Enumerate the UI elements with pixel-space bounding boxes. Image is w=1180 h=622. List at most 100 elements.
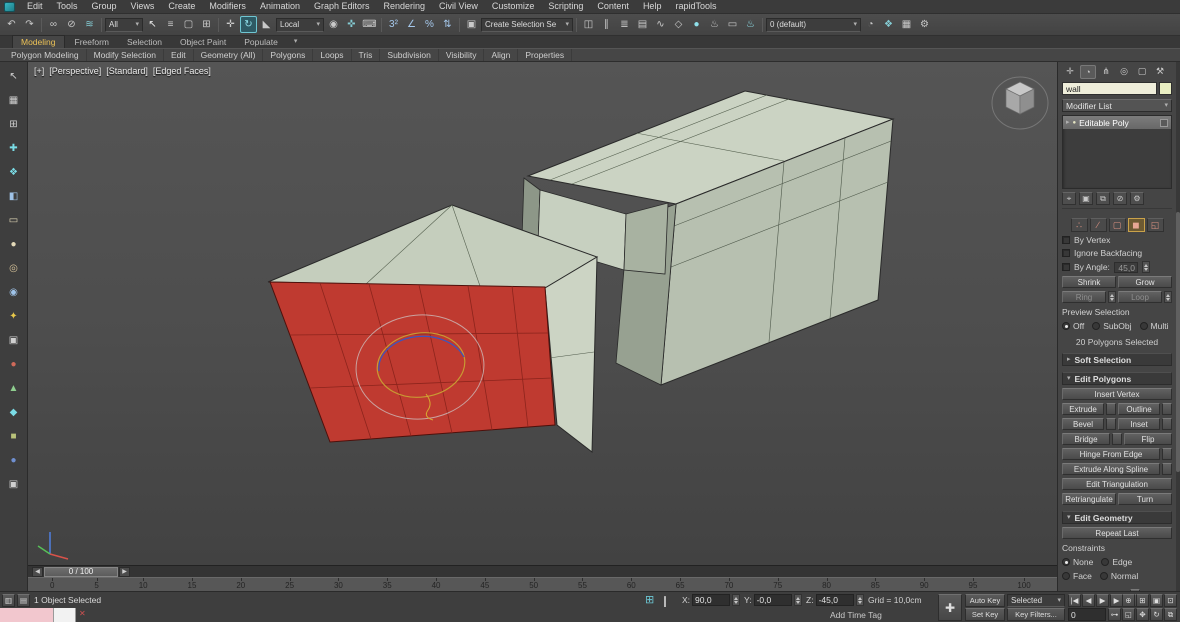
inset-settings-icon[interactable]: [1162, 418, 1172, 430]
viewport-label[interactable]: [Edged Faces]: [153, 66, 211, 76]
maximize-viewport-icon[interactable]: ⧉: [1164, 608, 1177, 621]
maxscript-mini-listener[interactable]: [54, 608, 76, 622]
viewport-label[interactable]: [Perspective]: [49, 66, 101, 76]
ribbon-section-button[interactable]: Modify Selection: [87, 49, 164, 61]
ribbon-section-button[interactable]: Subdivision: [380, 49, 438, 61]
checkbox-box[interactable]: [1062, 249, 1070, 257]
angle-snap-icon[interactable]: ∠: [403, 16, 420, 33]
flip-button[interactable]: Flip: [1124, 433, 1172, 445]
named-selection-sets-select[interactable]: Create Selection Se▾: [481, 18, 573, 32]
viewport-label[interactable]: [+]: [34, 66, 44, 76]
extrude-button[interactable]: Extrude: [1062, 403, 1104, 415]
disc-tool-icon[interactable]: ◎: [5, 260, 22, 276]
box-tool-icon[interactable]: ▣: [5, 332, 22, 348]
remove-modifier-icon[interactable]: ⊘: [1113, 192, 1127, 205]
configure-modifier-sets-icon[interactable]: ⚙: [1130, 192, 1144, 205]
preview-multi-radio[interactable]: [1140, 322, 1148, 330]
ribbon-tab[interactable]: Modeling: [12, 35, 65, 48]
auto-key-button[interactable]: Auto Key: [965, 594, 1005, 607]
edit-polygons-rollout[interactable]: ▾ Edit Polygons: [1062, 372, 1172, 385]
selection-filter-select[interactable]: All▾: [105, 18, 143, 32]
menu-item[interactable]: Rendering: [377, 0, 433, 13]
display-filter-icon[interactable]: ❖: [880, 16, 897, 33]
menu-item[interactable]: Content: [590, 0, 636, 13]
preview-subobj-radio[interactable]: [1092, 322, 1100, 330]
curve-editor-icon[interactable]: ∿: [652, 16, 669, 33]
edit-geometry-rollout[interactable]: ▾ Edit Geometry: [1062, 511, 1172, 524]
sphere-tool-icon[interactable]: ●: [5, 236, 22, 252]
ribbon-section-button[interactable]: Properties: [518, 49, 572, 61]
status-log-icon[interactable]: ▤: [17, 594, 30, 607]
ring-button[interactable]: Ring: [1062, 291, 1106, 303]
rectangular-selection-region-icon[interactable]: ▢: [180, 16, 197, 33]
transform-gizmo-toggle-icon[interactable]: ⊞: [645, 595, 654, 606]
orbit-icon[interactable]: ↻: [1150, 608, 1163, 621]
pan-icon[interactable]: ✥: [1136, 608, 1149, 621]
ribbon-tab[interactable]: Freeform: [67, 36, 117, 48]
z-value-field[interactable]: -45,0: [816, 594, 854, 606]
panel-tool-icon[interactable]: ▣: [5, 476, 22, 492]
ribbon-section-button[interactable]: Tris: [352, 49, 381, 61]
by-angle-checkbox[interactable]: [1062, 263, 1070, 271]
edge-subobject-icon[interactable]: ∕: [1090, 218, 1107, 232]
checkbox-box[interactable]: [1062, 236, 1070, 244]
show-end-result-icon[interactable]: ▣: [1079, 192, 1093, 205]
chevron-right-icon[interactable]: ▸: [1066, 119, 1070, 126]
visibility-bulb-icon[interactable]: ●: [1073, 120, 1077, 126]
select-and-move-icon[interactable]: ✛: [222, 16, 239, 33]
set-key-button[interactable]: Set Key: [965, 608, 1005, 621]
time-slider-bar[interactable]: ◀ 0 / 100 ▶: [28, 565, 1057, 577]
redo-icon[interactable]: ↷: [21, 16, 38, 33]
selection-lock-icon[interactable]: [664, 597, 674, 607]
spinner-control[interactable]: [1108, 291, 1116, 303]
material-editor-icon[interactable]: ●: [688, 16, 705, 33]
menu-item[interactable]: Civil View: [432, 0, 485, 13]
bind-to-space-warp-icon[interactable]: ≋: [81, 16, 98, 33]
select-and-manipulate-icon[interactable]: ✜: [343, 16, 360, 33]
set-keys-button[interactable]: ✚: [938, 594, 962, 621]
blue-sphere-tool-icon[interactable]: ●: [5, 452, 22, 468]
preview-off-radio[interactable]: [1062, 322, 1070, 330]
view-cube[interactable]: [992, 77, 1048, 129]
ribbon-section-button[interactable]: Geometry (All): [194, 49, 264, 61]
chevron-down-icon[interactable]: ▾: [294, 36, 298, 48]
vertex-subobject-icon[interactable]: ∴: [1071, 218, 1088, 232]
inset-button[interactable]: Inset: [1118, 418, 1160, 430]
loop-button[interactable]: Loop: [1118, 291, 1162, 303]
motion-tab-icon[interactable]: ◎: [1116, 65, 1132, 79]
modifier-list-dropdown[interactable]: Modifier List ▾: [1062, 99, 1172, 112]
key-mode-toggle-icon[interactable]: ⊶: [1108, 608, 1121, 621]
ribbon-tab[interactable]: Populate: [236, 36, 286, 48]
shrink-button[interactable]: Shrink: [1062, 276, 1116, 288]
extrude-along-spline-button[interactable]: Extrude Along Spline: [1062, 463, 1160, 475]
y-value-field[interactable]: -0,0: [754, 594, 792, 606]
outline-button[interactable]: Outline: [1118, 403, 1160, 415]
play-icon[interactable]: ▶: [1096, 594, 1109, 607]
ribbon-tab[interactable]: Object Paint: [172, 36, 234, 48]
spinner-snap-icon[interactable]: ⇅: [439, 16, 456, 33]
percent-snap-icon[interactable]: %: [421, 16, 438, 33]
previous-key-icon[interactable]: ◀: [32, 567, 43, 577]
spinner-control[interactable]: [732, 594, 740, 606]
torus-tool-icon[interactable]: ◉: [5, 284, 22, 300]
stack-item-editable-poly[interactable]: ▸ ● Editable Poly: [1063, 116, 1171, 129]
create-tab-icon[interactable]: ✛: [1062, 65, 1078, 79]
select-cursor-tool-icon[interactable]: ↖: [5, 68, 22, 84]
spinner-control[interactable]: [1142, 261, 1150, 273]
utilities-tab-icon[interactable]: ⚒: [1152, 65, 1168, 79]
window-crossing-icon[interactable]: ⊞: [198, 16, 215, 33]
menu-item[interactable]: Scripting: [541, 0, 590, 13]
polygon-subobject-icon[interactable]: ◼: [1128, 218, 1145, 232]
menu-item[interactable]: Customize: [485, 0, 542, 13]
element-subobject-icon[interactable]: ◱: [1147, 218, 1164, 232]
use-pivot-center-icon[interactable]: ◉: [325, 16, 342, 33]
menu-item[interactable]: Edit: [20, 0, 50, 13]
menu-item[interactable]: Group: [85, 0, 124, 13]
zoom-icon[interactable]: ⊕: [1122, 594, 1135, 607]
teal-diamond-tool-icon[interactable]: ◆: [5, 404, 22, 420]
model-wedge[interactable]: [268, 205, 597, 452]
snap-toggle-3d-icon[interactable]: 3²: [385, 16, 402, 33]
time-slider[interactable]: 0 / 100: [44, 567, 118, 577]
plane-tool-icon[interactable]: ▭: [5, 212, 22, 228]
menu-item[interactable]: Create: [161, 0, 202, 13]
